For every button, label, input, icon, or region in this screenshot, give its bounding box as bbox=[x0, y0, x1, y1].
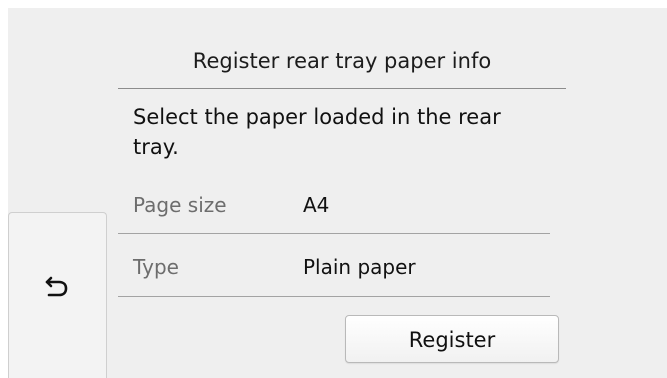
instruction-text: Select the paper loaded in the rear tray… bbox=[133, 105, 501, 159]
page-size-value[interactable]: A4 bbox=[303, 193, 329, 217]
printer-screen: Register rear tray paper info Select the… bbox=[0, 0, 667, 378]
title-divider bbox=[118, 88, 566, 89]
page-size-label: Page size bbox=[133, 193, 227, 217]
back-button[interactable] bbox=[8, 212, 107, 378]
page-size-divider bbox=[118, 233, 550, 234]
type-value[interactable]: Plain paper bbox=[303, 255, 416, 279]
return-arrow-icon bbox=[45, 276, 68, 297]
register-button[interactable]: Register bbox=[345, 315, 559, 363]
type-divider bbox=[118, 296, 550, 297]
page-title: Register rear tray paper info bbox=[192, 49, 492, 73]
type-label: Type bbox=[133, 255, 179, 279]
